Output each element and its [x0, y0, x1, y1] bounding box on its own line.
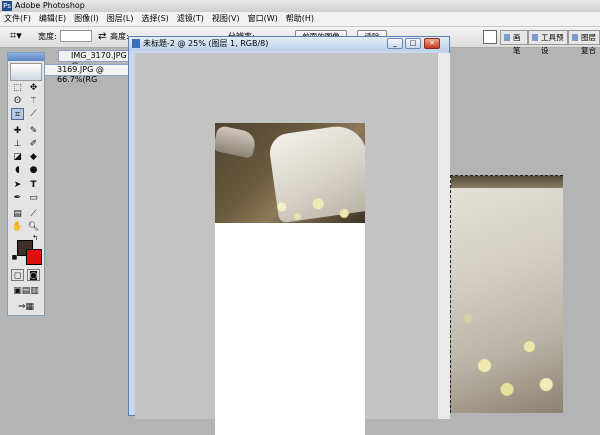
menu-view[interactable]: 视图(V): [208, 12, 244, 26]
history-brush-icon[interactable]: ✐: [27, 138, 40, 150]
document-window-title-bar[interactable]: 未标题-2 @ 25% (图层 1, RGB/8) _ □ ✕: [129, 37, 449, 51]
background-document-photo[interactable]: [450, 175, 563, 413]
swap-colors-icon[interactable]: ↰: [31, 234, 39, 242]
palette-tab-tool-presets[interactable]: 工具预设: [528, 30, 568, 55]
menu-layer[interactable]: 图层(L): [103, 12, 138, 26]
app-title: Adobe Photoshop: [15, 1, 85, 10]
width-label: 宽度:: [38, 32, 57, 41]
document-icon: [132, 39, 140, 48]
healing-brush-icon[interactable]: ✚: [11, 125, 24, 137]
type-icon[interactable]: T: [27, 179, 40, 191]
photo-stones: [451, 176, 563, 413]
notes-icon[interactable]: ▤: [11, 208, 24, 220]
pasted-photo: [215, 123, 365, 223]
document-canvas[interactable]: [215, 123, 365, 435]
crop-icon[interactable]: ⌗▾: [10, 30, 22, 42]
close-button[interactable]: ✕: [424, 38, 440, 49]
background-color-swatch[interactable]: [26, 249, 42, 265]
quick-mask-icon[interactable]: ◙: [27, 269, 40, 281]
hand-icon[interactable]: ✋: [11, 221, 24, 233]
paint-bucket-icon[interactable]: ◆: [27, 151, 40, 163]
rectangle-shape-icon[interactable]: ▭: [27, 192, 40, 204]
eraser-icon[interactable]: ◪: [11, 151, 24, 163]
vertical-scrollbar[interactable]: [437, 53, 450, 419]
marquee-icon[interactable]: ⬚: [11, 82, 24, 94]
menu-bar: 文件(F) 编辑(E) 图像(I) 图层(L) 选择(S) 滤镜(T) 视图(V…: [0, 12, 600, 27]
magic-wand-icon[interactable]: ⚚: [27, 95, 40, 107]
swap-icon[interactable]: ⇄: [98, 31, 106, 43]
menu-help[interactable]: 帮助(H): [282, 12, 318, 26]
document-tab-img3169[interactable]: 3169.JPG @ 66.7%(RG: [44, 64, 130, 84]
feather-logo-icon: [10, 63, 42, 81]
toolbox-header[interactable]: [8, 53, 44, 61]
pen-icon[interactable]: ✒: [11, 192, 24, 204]
zoom-icon[interactable]: 🔍︎: [27, 221, 40, 233]
document-window-title: 未标题-2 @ 25% (图层 1, RGB/8): [143, 39, 269, 48]
lasso-icon[interactable]: ʘ: [11, 95, 24, 107]
leaves-shape: [261, 191, 365, 223]
menu-window[interactable]: 窗口(W): [244, 12, 282, 26]
slice-icon[interactable]: ⟋: [27, 108, 40, 120]
document-window-untitled-2: 未标题-2 @ 25% (图层 1, RGB/8) _ □ ✕: [128, 36, 450, 435]
jump-to-imageready-icon[interactable]: ⇒▦: [11, 301, 41, 313]
menu-filter[interactable]: 滤镜(T): [173, 12, 208, 26]
canvas-area[interactable]: [135, 53, 437, 435]
palette-tab-brushes[interactable]: 画笔: [500, 30, 528, 55]
screen-mode-icons[interactable]: ▣▤▥: [11, 285, 41, 297]
brush-icon[interactable]: ✎: [27, 125, 40, 137]
menu-image[interactable]: 图像(I): [70, 12, 103, 26]
palette-tab-layer-comps[interactable]: 图层复合: [568, 30, 600, 55]
clone-stamp-icon[interactable]: ⊥: [11, 138, 24, 150]
move-icon[interactable]: ✥: [27, 82, 40, 94]
dodge-icon[interactable]: ●: [27, 164, 40, 176]
palette-well-icon[interactable]: [483, 30, 497, 44]
height-label: 高度:: [110, 32, 129, 41]
document-tab-img3170[interactable]: IMG_3170.JPG @: [58, 50, 130, 70]
menu-select[interactable]: 选择(S): [137, 12, 172, 26]
toolbox: ⬚ ✥ ʘ ⚚ ⌗ ⟋ ✚ ✎ ⊥ ✐ ◪ ◆ ◖ ● ➤ T ✒ ▭ ▤ ⟋ …: [7, 52, 45, 316]
menu-file[interactable]: 文件(F): [0, 12, 35, 26]
small-rock-shape: [215, 125, 258, 159]
default-colors-icon[interactable]: ■: [11, 254, 18, 261]
minimize-button[interactable]: _: [387, 38, 403, 49]
maximize-button[interactable]: □: [405, 38, 421, 49]
standard-mode-icon[interactable]: ◻: [11, 269, 24, 281]
menu-edit[interactable]: 编辑(E): [35, 12, 70, 26]
crop-tool-icon[interactable]: ⌗: [11, 108, 24, 120]
eyedropper-icon[interactable]: ⟋: [27, 208, 40, 220]
width-input[interactable]: [60, 30, 92, 42]
photoshop-logo-icon: Ps: [2, 1, 12, 11]
blur-icon[interactable]: ◖: [11, 164, 24, 176]
app-title-bar: Ps Adobe Photoshop: [0, 0, 600, 12]
path-selection-icon[interactable]: ➤: [11, 179, 24, 191]
